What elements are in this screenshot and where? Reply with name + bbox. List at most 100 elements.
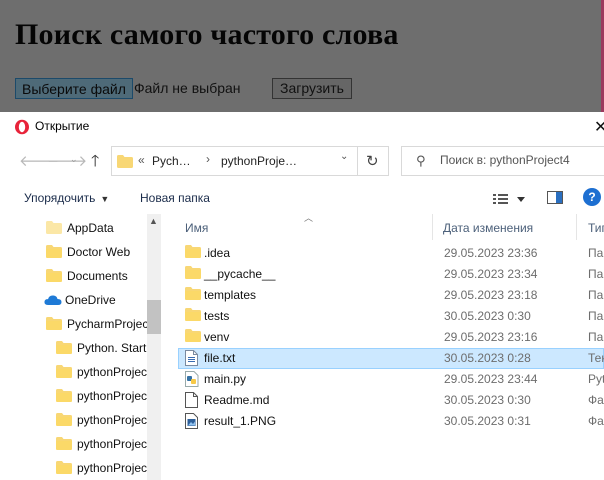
file-row[interactable]: venv 29.05.2023 23:16 Па (178, 327, 604, 348)
organize-label: Упорядочить (24, 191, 96, 205)
folder-icon (56, 413, 72, 431)
new-folder-button[interactable]: Новая папка (140, 191, 210, 205)
folder-icon (185, 266, 201, 284)
nav-item[interactable]: OneDrive (0, 288, 147, 312)
file-row[interactable]: __pycache__ 29.05.2023 23:34 Па (178, 264, 604, 285)
image-file-icon (185, 413, 198, 434)
file-name: __pycache__ (204, 267, 276, 281)
nav-item[interactable]: Python. Start (0, 336, 147, 360)
column-header-date[interactable]: Дата изменения (434, 214, 576, 240)
folder-icon (46, 269, 62, 287)
background-page: Поиск самого частого слова Выберите файл… (0, 0, 604, 112)
file-row[interactable]: main.py 29.05.2023 23:44 Pyt (178, 369, 604, 390)
nav-item[interactable]: pythonProjec (0, 384, 147, 408)
close-icon[interactable]: ✕ (594, 117, 604, 137)
upload-button[interactable]: Загрузить (272, 78, 352, 99)
file-type: Тек (588, 351, 604, 365)
folder-icon (185, 308, 201, 326)
nav-item-label: Doctor Web (67, 245, 131, 259)
navigation-row: 🡐 🡒 ⌄ 🡑 « Pych… › pythonProje… ⌄ ↻ ⚲ (0, 142, 604, 182)
file-date: 29.05.2023 23:36 (444, 246, 538, 260)
opera-icon (15, 119, 29, 135)
folder-icon (56, 437, 72, 455)
scrollbar-thumb[interactable] (147, 300, 161, 334)
file-type: Фа (588, 414, 604, 428)
dialog-title: Открытие (35, 119, 90, 133)
file-row[interactable]: .idea 29.05.2023 23:36 Па (178, 243, 604, 264)
help-icon[interactable]: ? (583, 188, 601, 206)
nav-item[interactable]: pythonProjec (0, 360, 147, 384)
breadcrumb-item-pych[interactable]: Pych… (152, 154, 191, 168)
file-type: Па (588, 309, 604, 323)
nav-item-label: AppData (67, 221, 114, 235)
folder-icon (56, 365, 72, 383)
file-row[interactable]: templates 29.05.2023 23:18 Па (178, 285, 604, 306)
forward-arrow-icon[interactable]: 🡒 (47, 151, 87, 170)
file-date: 29.05.2023 23:34 (444, 267, 538, 281)
address-dropdown-icon[interactable]: ⌄ (340, 151, 348, 162)
file-date: 29.05.2023 23:44 (444, 372, 538, 386)
file-name: tests (204, 309, 230, 323)
search-input[interactable] (440, 153, 600, 167)
column-divider[interactable] (432, 214, 433, 240)
breadcrumb-item-pythonproject[interactable]: pythonProje… (221, 154, 297, 168)
file-type: Па (588, 246, 604, 260)
nav-item[interactable]: pythonProjec (0, 432, 147, 456)
refresh-button[interactable]: ↻ (357, 146, 389, 176)
file-type: Па (588, 267, 604, 281)
scroll-up-icon[interactable]: ▲ (149, 216, 158, 226)
column-name-label: Имя (185, 221, 209, 235)
breadcrumb-overflow[interactable]: « (138, 153, 145, 167)
nav-item-label: Python. Start (77, 341, 147, 355)
no-file-label: Файл не выбран (134, 80, 241, 96)
column-header-type[interactable]: Тип (578, 214, 604, 240)
search-box[interactable]: ⚲ (401, 146, 604, 176)
file-name: result_1.PNG (204, 414, 277, 428)
file-date: 30.05.2023 0:28 (444, 351, 531, 365)
nav-item[interactable]: PycharmProjec (0, 312, 148, 336)
folder-icon (46, 317, 62, 335)
column-type-label: Тип (588, 221, 604, 235)
navigation-pane: AppData Doctor Web Documents OneDrive Pychar… (0, 214, 162, 480)
file-name: templates (204, 288, 257, 302)
dialog-titlebar: Открытие ✕ (0, 112, 604, 141)
nav-item[interactable]: Documents (0, 264, 147, 288)
nav-item[interactable]: pythonProjec (0, 408, 147, 432)
page-title: Поиск самого частого слова (15, 18, 399, 51)
file-name: main.py (204, 372, 247, 386)
navigation-scrollbar[interactable]: ▲ (147, 214, 161, 480)
file-name: venv (204, 330, 230, 344)
view-options-icon[interactable] (491, 191, 531, 207)
up-arrow-icon[interactable]: 🡑 (91, 150, 99, 177)
choose-file-button[interactable]: Выберите файл (15, 78, 133, 99)
nav-item-label: Documents (67, 269, 128, 283)
file-name: Readme.md (204, 393, 270, 407)
file-date: 30.05.2023 0:30 (444, 309, 531, 323)
address-bar[interactable]: « Pych… › pythonProje… ⌄ (111, 146, 389, 176)
folder-icon (185, 287, 201, 305)
organize-button[interactable]: Упорядочить ▼ (24, 191, 109, 205)
file-type: Па (588, 288, 604, 302)
preview-pane-icon[interactable] (547, 191, 563, 204)
breadcrumb-chevron-icon: › (206, 152, 210, 166)
file-date: 30.05.2023 0:30 (444, 393, 531, 407)
nav-item-label: pythonProjec (77, 437, 148, 451)
file-type: Pyt (588, 372, 604, 386)
column-header-name[interactable]: Имя (178, 214, 432, 240)
nav-item[interactable]: pythonProjec (0, 456, 147, 480)
column-divider[interactable] (576, 214, 577, 240)
recent-locations-chevron-icon[interactable]: ⌄ (70, 154, 78, 165)
nav-item-label: pythonProjec (77, 389, 148, 403)
search-icon: ⚲ (416, 153, 426, 168)
nav-item-label: pythonProjec (77, 461, 148, 475)
open-file-dialog: Открытие ✕ 🡐 🡒 ⌄ 🡑 « Pych… › pythonProje… (0, 112, 604, 480)
nav-item[interactable]: AppData (0, 216, 147, 240)
file-row[interactable]: file.txt 30.05.2023 0:28 Тек (178, 348, 604, 369)
nav-item[interactable]: Doctor Web (0, 240, 147, 264)
dialog-toolbar: Упорядочить ▼ Новая папка ? (0, 182, 604, 214)
file-row[interactable]: result_1.PNG 30.05.2023 0:31 Фа (178, 411, 604, 432)
file-date: 29.05.2023 23:18 (444, 288, 538, 302)
nav-item-label: pythonProjec (77, 413, 148, 427)
file-row[interactable]: tests 30.05.2023 0:30 Па (178, 306, 604, 327)
file-row[interactable]: Readme.md 30.05.2023 0:30 Фа (178, 390, 604, 411)
